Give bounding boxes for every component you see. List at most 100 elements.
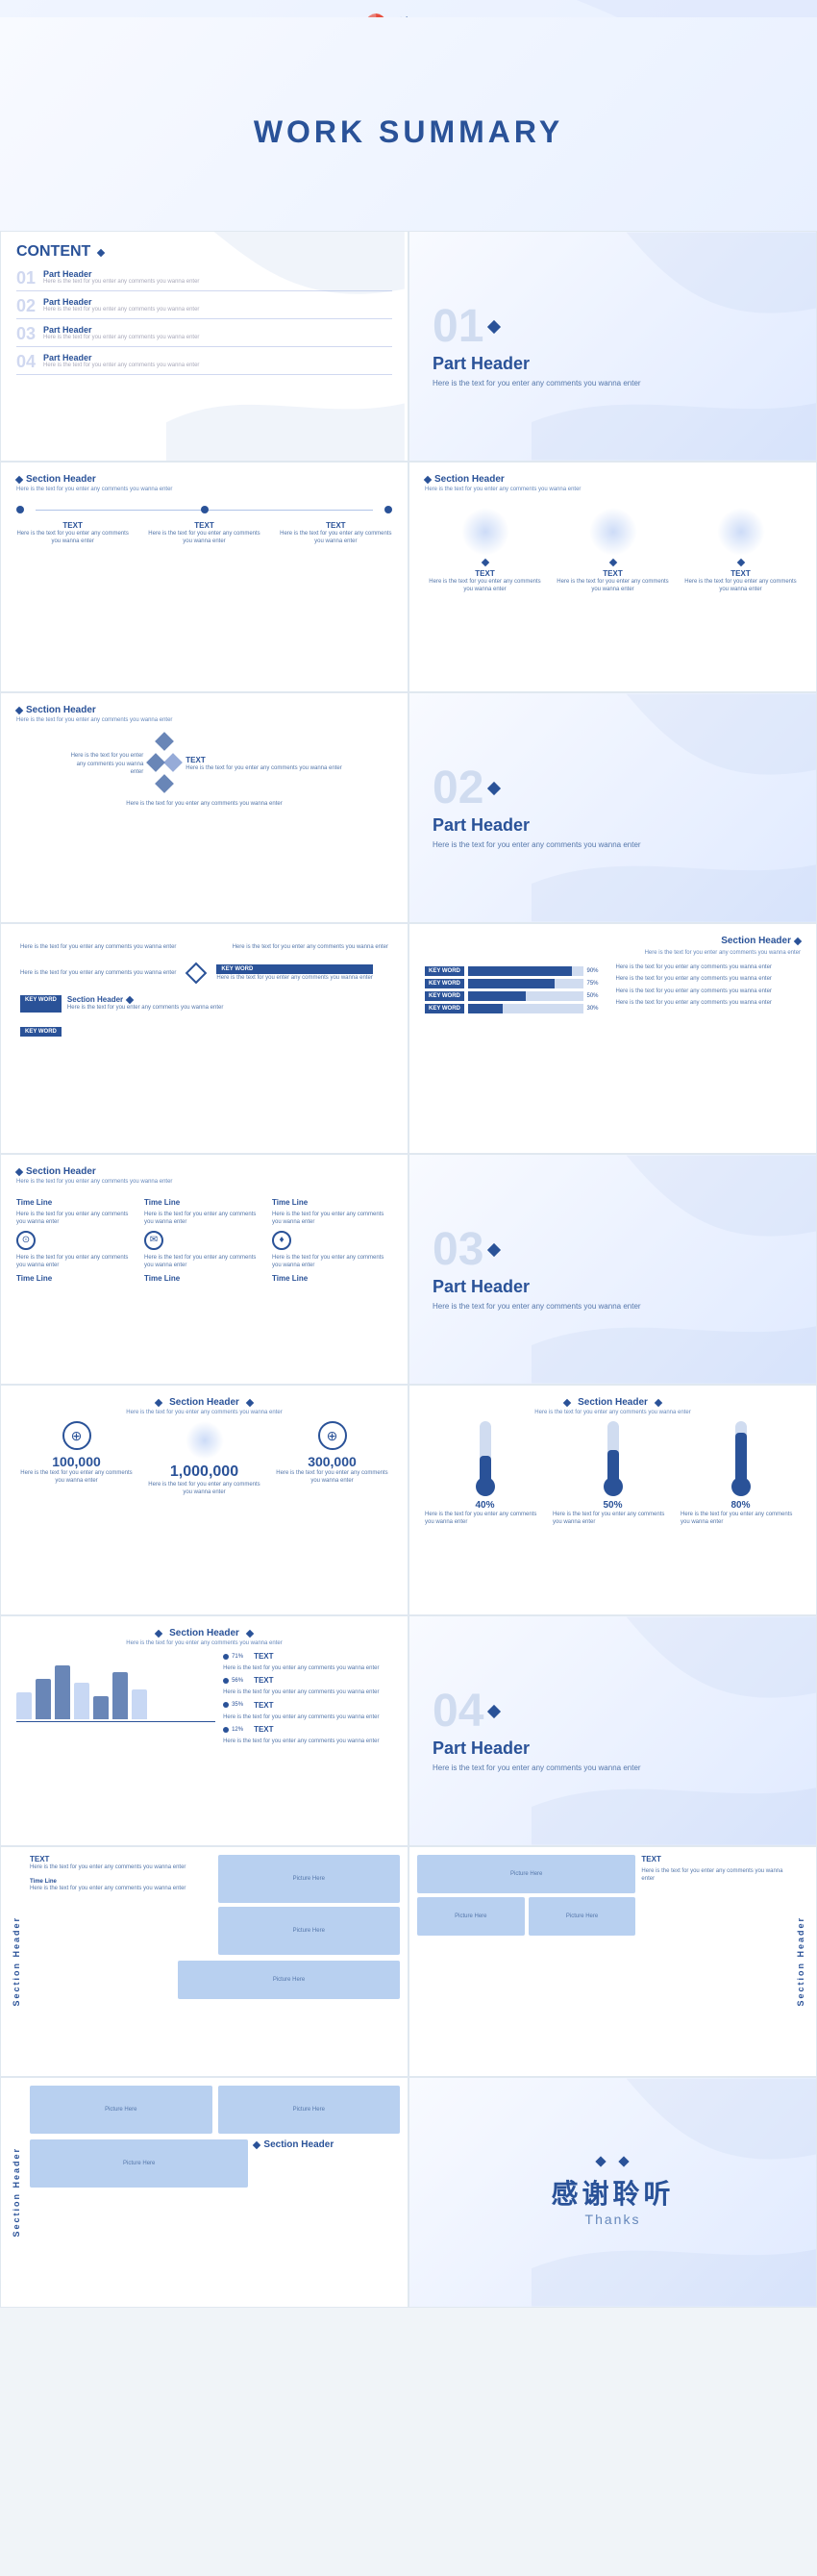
- progress-track-3: [468, 991, 583, 1001]
- part-diamond-04: [487, 1704, 501, 1717]
- kw-label-4: KEY WORD: [425, 1004, 464, 1013]
- progress-fill-2: [468, 979, 555, 988]
- blob-text-1: TEXT: [475, 569, 494, 578]
- progress-fill-3: [468, 991, 526, 1001]
- num-desc-3: Here is the text for you enter any comme…: [272, 1469, 392, 1486]
- bar-7: [132, 1689, 147, 1720]
- pic-b-placeholder-2: Picture Here: [417, 1897, 525, 1936]
- tl-col2-title: Time Line: [144, 1198, 264, 1207]
- dot-2: [223, 1678, 229, 1684]
- tl-desc-2: Here is the text for you enter any comme…: [148, 530, 260, 546]
- toc-diamond: [97, 249, 105, 257]
- kw-text-center: Here is the text for you enter any comme…: [233, 943, 388, 951]
- pic-c-placeholder-2: Picture Here: [218, 2086, 401, 2134]
- timeline-dot-2: [201, 506, 209, 513]
- pct-bar-4: 12%: [232, 1727, 251, 1733]
- progress-track-1: [468, 966, 583, 976]
- diamond-bottom-desc: Here is the text for you enter any comme…: [126, 800, 282, 808]
- pic-placeholder-2: Picture Here: [218, 1907, 401, 1955]
- pic-placeholder-3: Picture Here: [178, 1961, 400, 1999]
- tl-icon-1: ⊙: [16, 1231, 36, 1250]
- picture-layout-a-content: TEXT Here is the text for you enter any …: [30, 1855, 400, 2068]
- slide-keywords: Here is the text for you enter any comme…: [0, 923, 408, 1154]
- kw-icon: [182, 959, 210, 988]
- diamond-text-title: TEXT: [186, 756, 341, 764]
- slide-picture-layout-a: Section Header TEXT Here is the text for…: [0, 1846, 408, 2077]
- thanks-content: 感谢聆听 Thanks: [551, 2158, 674, 2227]
- section-desc-6a: Here is the text for you enter any comme…: [16, 1179, 392, 1185]
- pct-3: 50%: [587, 993, 610, 999]
- section-desc-3b: Here is the text for you enter any comme…: [425, 487, 801, 492]
- row-4: Section Header Here is the text for you …: [0, 692, 817, 923]
- tl-icon-2: ✉: [144, 1231, 163, 1250]
- part-title-01: Part Header: [433, 354, 793, 374]
- tl-col2-footer: Time Line: [144, 1274, 264, 1283]
- slide-picture-layout-b: Picture Here Picture Here Picture Here T…: [408, 1846, 817, 2077]
- row-5: Here is the text for you enter any comme…: [0, 923, 817, 1154]
- main-title: WORK SUMMARY: [0, 17, 817, 248]
- pic-b-text-title: TEXT: [641, 1855, 787, 1863]
- rotated-label-b: Section Header: [793, 1855, 808, 2068]
- progress-row-2: KEY WORD 75%: [425, 979, 610, 988]
- pic-b-row-1: Picture Here Picture Here Picture Here T…: [417, 1855, 787, 1936]
- bar-chart-layout: 71% TEXT Here is the text for you enter …: [16, 1652, 392, 1746]
- section-desc-7b: Here is the text for you enter any comme…: [534, 1410, 690, 1415]
- toc-title: CONTENT: [16, 243, 90, 261]
- kw-label-1: KEY WORD: [425, 966, 464, 976]
- part-title-03: Part Header: [433, 1277, 793, 1297]
- row-2: CONTENT 01 Part Header Here is the text …: [0, 231, 817, 462]
- progress-track-2: [468, 979, 583, 988]
- thermo-fill-3: [735, 1433, 747, 1479]
- part-num-02: 02: [433, 765, 483, 812]
- diamond-row-top: Here is the text for you enter any comme…: [66, 735, 341, 794]
- pct-2: 75%: [587, 981, 610, 987]
- num-blob-2: [186, 1421, 224, 1460]
- kw-section-label: Section Header Here is the text for you …: [67, 995, 388, 1012]
- bar-1: [16, 1692, 32, 1719]
- chart-text-row-1: 71% TEXT: [223, 1652, 392, 1661]
- blob-desc-1: Here is the text for you enter any comme…: [425, 578, 545, 594]
- tl-desc-3: Here is the text for you enter any comme…: [280, 530, 392, 546]
- toc-header-row: CONTENT: [16, 243, 392, 263]
- blob-item-1: TEXT Here is the text for you enter any …: [425, 508, 545, 594]
- part-num-04: 04: [433, 1688, 483, 1735]
- text-bar-4: TEXT: [254, 1725, 273, 1734]
- part-num-row-03: 03: [433, 1227, 793, 1273]
- tl-text-2: TEXT: [148, 521, 260, 530]
- pic-b-placeholder-1: Picture Here: [417, 1855, 635, 1893]
- blob-1: [461, 508, 509, 556]
- row-9: Section Header TEXT Here is the text for…: [0, 1846, 817, 2077]
- part-num-03: 03: [433, 1227, 483, 1273]
- thermos-grid: 40% Here is the text for you enter any c…: [425, 1421, 801, 1527]
- pic-b-text-desc: Here is the text for you enter any comme…: [641, 1867, 787, 1884]
- pct-4: 30%: [587, 1006, 610, 1012]
- bar-4: [74, 1683, 89, 1720]
- blob-text-3: TEXT: [730, 569, 750, 578]
- diamond-bottom: [155, 774, 174, 793]
- dot-3: [223, 1702, 229, 1708]
- thermo-1: 40% Here is the text for you enter any c…: [425, 1421, 545, 1527]
- pct-bar-3: 35%: [232, 1702, 251, 1708]
- thermo-tube-3: [735, 1421, 747, 1479]
- kw-badge-2-row: KEY WORD: [20, 1020, 388, 1038]
- pic-text-desc: Here is the text for you enter any comme…: [30, 1863, 212, 1871]
- blob-desc-2: Here is the text for you enter any comme…: [553, 578, 673, 594]
- diamond-mid-row: [149, 756, 180, 773]
- pic-row-1: TEXT Here is the text for you enter any …: [30, 1855, 400, 1955]
- progress-track-4: [468, 1004, 583, 1013]
- section-header-7b: Section Header: [564, 1397, 661, 1408]
- slide-thermometers: Section Header Here is the text for you …: [408, 1385, 817, 1615]
- section-header-8a: Section Header: [156, 1628, 253, 1638]
- bar-chart-area: [16, 1652, 215, 1746]
- kw-desc-2: KEY WORD Here is the text for you enter …: [216, 964, 372, 982]
- slide-section-timeline: Section Header Here is the text for you …: [0, 462, 408, 692]
- thanks-diamonds: [551, 2158, 674, 2165]
- section-desc-7a: Here is the text for you enter any comme…: [126, 1410, 282, 1415]
- blob-item-2: TEXT Here is the text for you enter any …: [553, 508, 673, 594]
- diamond-text-tl: Here is the text for you enter any comme…: [66, 752, 143, 776]
- rotated-label-a: Section Header: [9, 1855, 24, 2068]
- part-num-01: 01: [433, 304, 483, 350]
- tl-col1-text2: Here is the text for you enter any comme…: [16, 1254, 136, 1270]
- pic-images-col: Picture Here Picture Here: [218, 1855, 401, 1955]
- pic-c-placeholder-3: Picture Here: [30, 2139, 248, 2188]
